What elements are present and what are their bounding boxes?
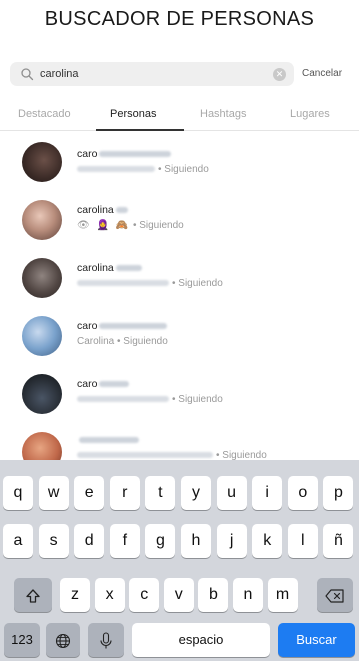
keyboard: qwertyuiopasdfghjklñzxcvbnm 123 espacio … <box>0 460 359 661</box>
search-icon <box>21 68 34 81</box>
page-heading: BUSCADOR DE PERSONAS <box>44 8 315 30</box>
key-u[interactable]: u <box>216 476 247 510</box>
key-i[interactable]: i <box>252 476 283 510</box>
list-item[interactable]: caro • Siguiendo <box>0 370 359 428</box>
key-a[interactable]: a <box>3 524 33 558</box>
backspace-key[interactable] <box>317 578 353 612</box>
globe-icon <box>55 633 71 648</box>
key-d[interactable]: d <box>74 524 105 558</box>
shift-icon <box>26 588 40 603</box>
tab-personas[interactable]: Personas <box>110 108 156 120</box>
tab-destacado[interactable]: Destacado <box>18 108 71 120</box>
key-p[interactable]: p <box>323 476 354 510</box>
key-f[interactable]: f <box>109 524 140 558</box>
result-subtitle: • Siguiendo <box>77 164 209 175</box>
cancel-button[interactable]: Cancelar <box>302 68 342 79</box>
key-q[interactable]: q <box>3 476 33 510</box>
result-username: carolina <box>77 262 142 274</box>
key-j[interactable]: j <box>216 524 247 558</box>
tab-bar: Destacado Personas Hashtags Lugares <box>0 100 359 131</box>
key-s[interactable]: s <box>38 524 69 558</box>
result-username: caro <box>77 378 130 390</box>
key-r[interactable]: r <box>109 476 140 510</box>
globe-key[interactable] <box>46 623 80 657</box>
key-w[interactable]: w <box>38 476 69 510</box>
list-item[interactable]: caro • Siguiendo <box>0 138 359 196</box>
key-h[interactable]: h <box>181 524 211 558</box>
list-item[interactable]: caro Carolina • Siguiendo <box>0 312 359 370</box>
key-b[interactable]: b <box>198 578 229 612</box>
key-n[interactable]: n <box>233 578 263 612</box>
avatar <box>22 142 62 182</box>
key-z[interactable]: z <box>60 578 90 612</box>
microphone-key[interactable] <box>88 623 124 657</box>
avatar <box>22 200 62 240</box>
key-ñ[interactable]: ñ <box>323 524 354 558</box>
result-username <box>77 434 139 446</box>
search-key[interactable]: Buscar <box>278 623 355 657</box>
key-x[interactable]: x <box>94 578 125 612</box>
search-input-value: carolina <box>40 68 79 80</box>
key-l[interactable]: l <box>287 524 318 558</box>
key-e[interactable]: e <box>74 476 105 510</box>
result-username: carolina <box>77 204 128 216</box>
result-username: caro <box>77 320 168 332</box>
backspace-icon <box>325 588 344 603</box>
key-o[interactable]: o <box>287 476 318 510</box>
result-subtitle: • Siguiendo <box>77 278 223 289</box>
list-item[interactable]: carolina 👁 🧕 🙈 • Siguiendo <box>0 196 359 254</box>
result-subtitle: Carolina • Siguiendo <box>77 336 168 347</box>
avatar <box>22 258 62 298</box>
key-c[interactable]: c <box>129 578 160 612</box>
key-y[interactable]: y <box>181 476 211 510</box>
key-t[interactable]: t <box>145 476 176 510</box>
avatar <box>22 374 62 414</box>
clear-icon[interactable]: ✕ <box>273 67 286 81</box>
shift-key[interactable] <box>14 578 52 612</box>
result-subtitle: • Siguiendo <box>77 394 223 405</box>
key-m[interactable]: m <box>267 578 298 612</box>
space-key[interactable]: espacio <box>132 623 270 657</box>
key-k[interactable]: k <box>252 524 283 558</box>
key-v[interactable]: v <box>163 578 194 612</box>
numbers-key[interactable]: 123 <box>4 623 40 657</box>
list-item[interactable]: carolina • Siguiendo <box>0 254 359 312</box>
search-input[interactable]: carolina ✕ <box>10 62 294 86</box>
tab-hashtags[interactable]: Hashtags <box>200 108 246 120</box>
avatar <box>22 316 62 356</box>
result-username: caro <box>77 148 172 160</box>
key-g[interactable]: g <box>145 524 176 558</box>
result-subtitle: 👁 🧕 🙈 • Siguiendo <box>77 220 184 231</box>
microphone-icon <box>100 632 112 649</box>
tab-lugares[interactable]: Lugares <box>290 108 330 120</box>
active-tab-indicator <box>96 129 184 131</box>
